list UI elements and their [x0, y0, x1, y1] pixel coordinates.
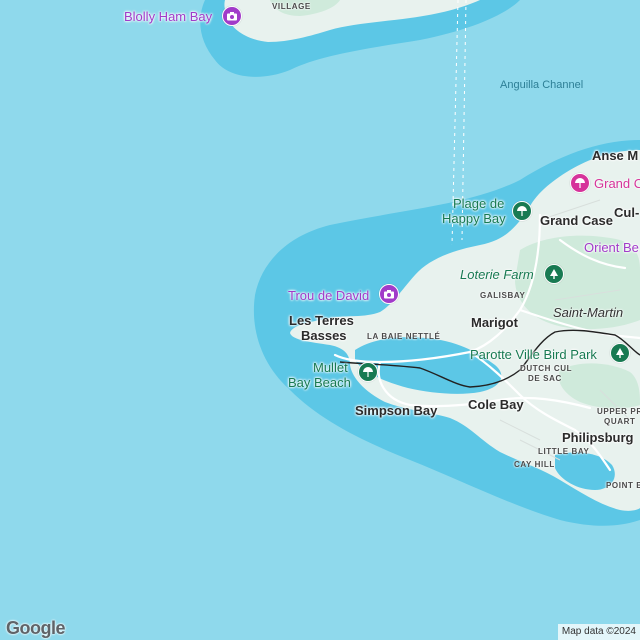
- label-philipsburg[interactable]: Philipsburg: [562, 431, 634, 444]
- label-village: VILLAGE: [272, 2, 311, 11]
- label-parotte-ville[interactable]: Parotte Ville Bird Park: [470, 348, 597, 361]
- pin-loterie-farm[interactable]: [544, 264, 564, 284]
- label-anguilla-channel: Anguilla Channel: [500, 79, 584, 91]
- google-logo: Google: [6, 618, 66, 639]
- label-bay-beach[interactable]: Bay Beach: [288, 376, 351, 389]
- label-anse-m[interactable]: Anse M: [592, 149, 638, 162]
- label-simpson-bay[interactable]: Simpson Bay: [355, 404, 437, 417]
- label-marigot[interactable]: Marigot: [471, 316, 518, 329]
- label-happy-bay[interactable]: Happy Bay: [442, 212, 506, 225]
- camera-icon: [227, 12, 237, 21]
- google-logo-text: Google: [6, 618, 66, 638]
- camera-icon: [384, 290, 394, 299]
- label-saint-martin[interactable]: Saint-Martin: [553, 306, 623, 319]
- label-upper-pr: UPPER PR: [597, 407, 640, 416]
- label-grand-case[interactable]: Grand Case: [540, 214, 613, 227]
- tree-icon: [550, 269, 558, 279]
- label-blolly-ham-bay[interactable]: Blolly Ham Bay: [124, 10, 212, 23]
- label-plage-de[interactable]: Plage de: [453, 197, 504, 210]
- label-cay-hill: CAY HILL: [514, 460, 555, 469]
- pin-blolly-ham-bay[interactable]: [222, 6, 242, 26]
- tree-icon: [616, 348, 624, 358]
- label-galisbay: GALISBAY: [480, 291, 526, 300]
- beach-umbrella-icon: [517, 206, 527, 216]
- pin-parotte-ville[interactable]: [610, 343, 630, 363]
- label-little-bay: LITTLE BAY: [538, 447, 590, 456]
- label-cul[interactable]: Cul-: [614, 206, 639, 219]
- label-point-blan: POINT BLAN: [606, 481, 640, 490]
- pin-happy-bay[interactable]: [512, 201, 532, 221]
- label-loterie-farm[interactable]: Loterie Farm: [460, 268, 534, 281]
- label-orient-be[interactable]: Orient Be: [584, 241, 639, 254]
- pin-mullet-bay-beach[interactable]: [358, 362, 378, 382]
- pin-grand-c[interactable]: [570, 173, 590, 193]
- beach-umbrella-icon: [575, 178, 585, 188]
- label-la-baie-nettle: LA BAIE NETTLÉ: [367, 332, 441, 341]
- label-basses[interactable]: Basses: [301, 329, 347, 342]
- label-mullet[interactable]: Mullet: [313, 361, 348, 374]
- pin-trou-de-david[interactable]: [379, 284, 399, 304]
- label-trou-de-david[interactable]: Trou de David: [288, 289, 369, 302]
- label-cole-bay[interactable]: Cole Bay: [468, 398, 524, 411]
- label-les-terres[interactable]: Les Terres: [289, 314, 354, 327]
- label-grand-c[interactable]: Grand C: [594, 177, 640, 190]
- map-attribution[interactable]: Map data ©2024: [557, 624, 640, 640]
- label-dutch-cul: DUTCH CUL: [520, 364, 573, 373]
- beach-umbrella-icon: [363, 367, 373, 377]
- label-de-sac: DE SAC: [528, 374, 562, 383]
- label-quart: QUART: [604, 417, 636, 426]
